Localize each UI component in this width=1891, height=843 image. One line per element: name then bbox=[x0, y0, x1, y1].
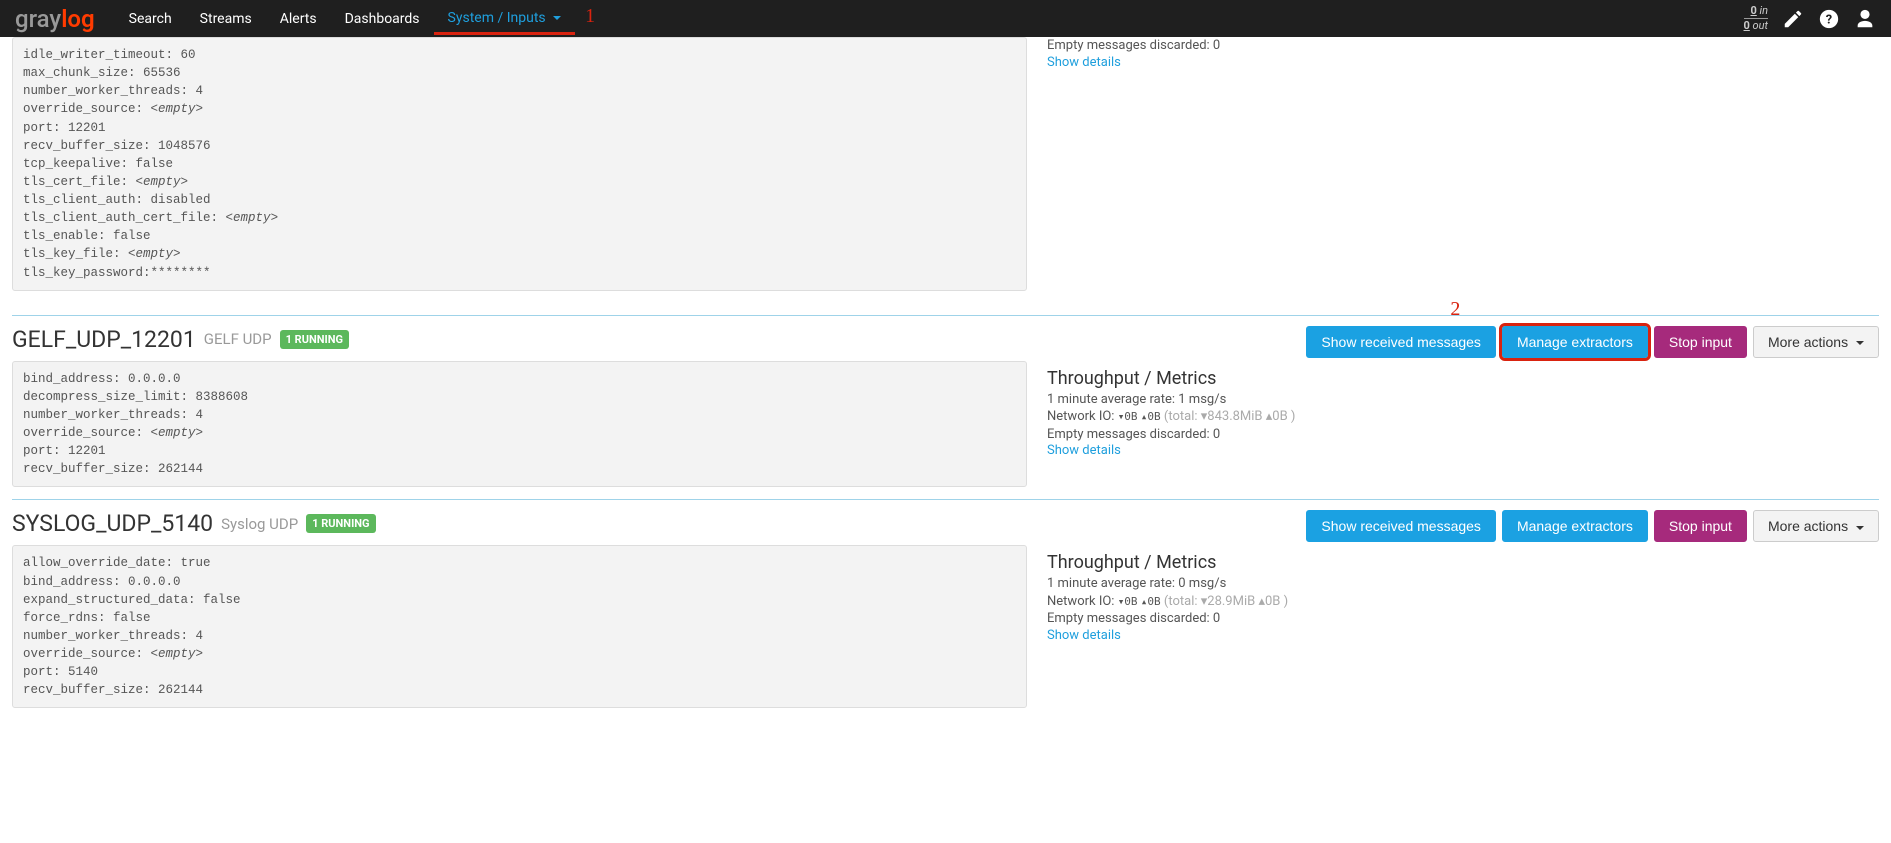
metrics-discarded: Empty messages discarded: 0 bbox=[1047, 610, 1879, 628]
metrics-avg: 1 minute average rate: 1 msg/s bbox=[1047, 391, 1879, 409]
input-section: GELF_UDP_12201 GELF UDP 1 RUNNING bind_addr… bbox=[12, 315, 1879, 488]
input-title: SYSLOG_UDP_5140 bbox=[12, 510, 213, 537]
show-details-link-top[interactable]: Show details bbox=[1047, 55, 1547, 70]
more-actions-button[interactable]: More actions bbox=[1753, 326, 1879, 358]
metrics-title: Throughput / Metrics bbox=[1047, 552, 1879, 573]
input-section: SYSLOG_UDP_5140 Syslog UDP 1 RUNNING allow_… bbox=[12, 499, 1879, 708]
chevron-down-icon bbox=[553, 16, 561, 20]
button-row: Show received messagesManage extractorsS… bbox=[1047, 510, 1879, 542]
navbar-right: 0 in 0 out ? bbox=[1744, 5, 1876, 32]
annotation-2: 2 bbox=[1450, 298, 1460, 321]
running-badge: 1 RUNNING bbox=[306, 514, 375, 533]
nav-system-inputs-label: System / Inputs bbox=[448, 10, 546, 26]
chevron-down-icon bbox=[1856, 526, 1864, 530]
input-header: SYSLOG_UDP_5140 Syslog UDP 1 RUNNING bbox=[12, 510, 1027, 537]
metrics-title: Throughput / Metrics bbox=[1047, 368, 1879, 389]
nav-system-inputs[interactable]: System / Inputs bbox=[434, 2, 576, 35]
manage-extractors-button[interactable]: Manage extractors bbox=[1502, 326, 1648, 358]
chevron-down-icon bbox=[1856, 341, 1864, 345]
metrics-netio: Network IO: ▾0B ▴0B (total: ▾28.9MiB ▴0B… bbox=[1047, 593, 1879, 611]
show-details-link[interactable]: Show details bbox=[1047, 628, 1879, 643]
input-title: GELF_UDP_12201 bbox=[12, 326, 196, 353]
metrics-top: Empty messages discarded: 0 Show details bbox=[1047, 37, 1547, 70]
config-block: bind_address: 0.0.0.0 decompress_size_li… bbox=[12, 361, 1027, 488]
show-received-messages-button[interactable]: Show received messages bbox=[1306, 326, 1496, 358]
show-received-messages-button[interactable]: Show received messages bbox=[1306, 510, 1496, 542]
nav-streams[interactable]: Streams bbox=[186, 3, 266, 35]
io-in-label: in bbox=[1757, 4, 1768, 17]
io-out-label: out bbox=[1750, 19, 1768, 32]
annotation-1: 1 bbox=[585, 5, 595, 28]
brand-text-gray: gray bbox=[15, 5, 61, 33]
brand-text-orange: log bbox=[61, 5, 94, 33]
nav-search[interactable]: Search bbox=[115, 3, 186, 35]
metrics-discarded-top: Empty messages discarded: 0 bbox=[1047, 37, 1547, 55]
stop-input-button[interactable]: Stop input bbox=[1654, 326, 1747, 358]
top-navbar: graylog Search Streams Alerts Dashboards… bbox=[0, 0, 1891, 37]
manage-extractors-button[interactable]: Manage extractors bbox=[1502, 510, 1648, 542]
top-row: idle_writer_timeout: 60 max_chunk_size: … bbox=[12, 37, 1879, 303]
input-type: Syslog UDP bbox=[221, 515, 298, 533]
running-badge: 1 RUNNING bbox=[280, 330, 349, 349]
config-block-top: idle_writer_timeout: 60 max_chunk_size: … bbox=[12, 37, 1027, 291]
help-icon[interactable]: ? bbox=[1818, 8, 1840, 30]
input-right: 2Show received messagesManage extractors… bbox=[1047, 326, 1879, 488]
button-row: 2Show received messagesManage extractors… bbox=[1047, 326, 1879, 358]
input-header: GELF_UDP_12201 GELF UDP 1 RUNNING bbox=[12, 326, 1027, 353]
stop-input-button[interactable]: Stop input bbox=[1654, 510, 1747, 542]
input-left: GELF_UDP_12201 GELF UDP 1 RUNNING bind_addr… bbox=[12, 326, 1027, 488]
nav-links: Search Streams Alerts Dashboards System … bbox=[115, 2, 1744, 35]
input-type: GELF UDP bbox=[204, 330, 272, 348]
nav-alerts[interactable]: Alerts bbox=[266, 3, 331, 35]
config-block: allow_override_date: true bind_address: … bbox=[12, 545, 1027, 708]
brand-logo[interactable]: graylog bbox=[15, 5, 95, 33]
show-details-link[interactable]: Show details bbox=[1047, 443, 1879, 458]
user-icon[interactable] bbox=[1854, 8, 1876, 30]
more-actions-button[interactable]: More actions bbox=[1753, 510, 1879, 542]
nav-dashboards[interactable]: Dashboards bbox=[331, 3, 434, 35]
io-stats[interactable]: 0 in 0 out bbox=[1744, 5, 1768, 32]
metrics-netio: Network IO: ▾0B ▴0B (total: ▾843.8MiB ▴0… bbox=[1047, 408, 1879, 426]
input-left: SYSLOG_UDP_5140 Syslog UDP 1 RUNNING allow_… bbox=[12, 510, 1027, 708]
input-right: Show received messagesManage extractorsS… bbox=[1047, 510, 1879, 708]
metrics-discarded: Empty messages discarded: 0 bbox=[1047, 426, 1879, 444]
svg-text:?: ? bbox=[1826, 12, 1832, 27]
edit-icon[interactable] bbox=[1782, 8, 1804, 30]
metrics-avg: 1 minute average rate: 0 msg/s bbox=[1047, 575, 1879, 593]
